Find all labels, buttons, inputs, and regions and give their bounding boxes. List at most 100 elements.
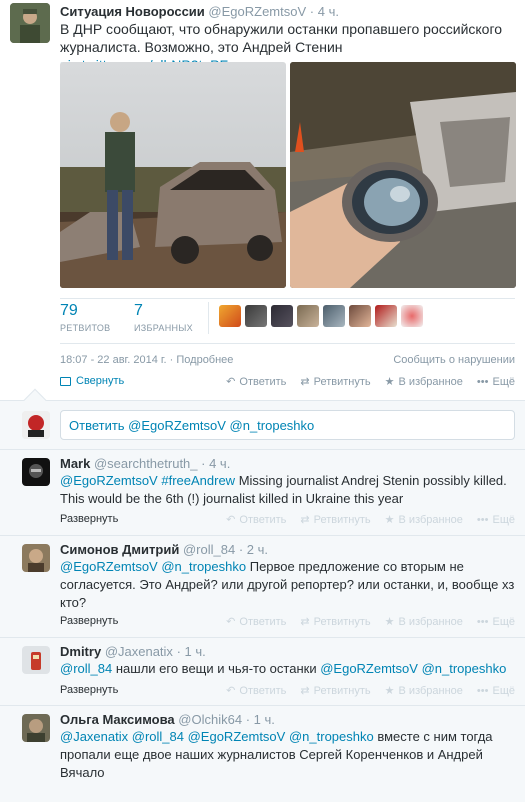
fav-avatar-2[interactable]	[245, 305, 267, 327]
reply-author-name[interactable]: Dmitry	[60, 644, 101, 659]
collapse-button[interactable]: Свернуть	[60, 375, 124, 387]
reply-avatar[interactable]	[22, 458, 50, 486]
report-link[interactable]: Сообщить о нарушении	[393, 354, 515, 366]
reply-author-name[interactable]: Mark	[60, 456, 90, 471]
favorite-label: В избранное	[398, 615, 463, 628]
reply-actions: ↶ Ответить ⇄ Ретвитнуть ★ В избранное ••• Ещ…	[212, 513, 515, 527]
favorite-label: В избранное	[398, 513, 463, 526]
fav-avatar-7[interactable]	[375, 305, 397, 327]
reply-avatar[interactable]	[22, 544, 50, 572]
favorite-button[interactable]: ★ В избранное	[385, 684, 463, 698]
retweet-label: Ретвитнуть	[313, 513, 371, 526]
reply-author-handle[interactable]: @roll_84	[183, 542, 235, 557]
favorite-button[interactable]: ★ В избранное	[385, 375, 463, 389]
favorite-label: В избранное	[398, 375, 463, 388]
reply-author-handle[interactable]: @searchthetruth_	[94, 456, 198, 471]
details-link[interactable]: · Подробнее	[170, 354, 234, 366]
more-button[interactable]: ••• Ещё	[477, 684, 515, 697]
retweets-label: РЕТВИТОВ	[60, 323, 111, 333]
reply-author-handle[interactable]: @Olchik64	[178, 712, 242, 727]
reply-label: Ответить	[239, 513, 287, 526]
reply-icon: ↶	[226, 514, 236, 526]
favorite-label: В избранное	[398, 684, 463, 697]
reply-author-name[interactable]: Ольга Максимова	[60, 712, 175, 727]
fav-avatar-3[interactable]	[271, 305, 293, 327]
mention-link[interactable]: @EgoRZemtsoV	[188, 729, 286, 744]
expand-link[interactable]: Развернуть	[60, 513, 118, 525]
tweet-timestamp: 18:07 - 22 авг. 2014 г.	[60, 354, 167, 366]
collapse-label: Свернуть	[76, 375, 125, 387]
reply-button[interactable]: ↶ Ответить	[226, 513, 287, 527]
more-button[interactable]: ••• Ещё	[477, 513, 515, 526]
retweets-count: 79	[60, 302, 78, 319]
mention-link[interactable]: @EgoRZemtsoV	[60, 473, 158, 488]
retweet-icon: ⇄	[300, 514, 310, 526]
reply-input[interactable]: Ответить @EgoRZemtsoV @n_tropeshko	[60, 410, 515, 440]
more-icon: •••	[476, 513, 489, 526]
reply-text: @Jaxenatix @roll_84 @EgoRZemtsoV @n_trop…	[60, 728, 515, 782]
reply-item: Ольга Максимова @Olchik64 · 1 ч. @Jaxena…	[0, 705, 525, 802]
more-button[interactable]: ••• Ещё	[477, 375, 515, 388]
fav-avatar-4[interactable]	[297, 305, 319, 327]
favorite-button[interactable]: ★ В избранное	[384, 513, 463, 527]
fav-avatar-1[interactable]	[219, 305, 241, 327]
tweet-time[interactable]: · 4 ч.	[310, 4, 339, 19]
reply-item: Dmitry @Jaxenatix · 1 ч. @roll_84 нашли …	[0, 637, 525, 705]
retweet-icon: ⇄	[300, 616, 310, 628]
reply-button[interactable]: ↶ Ответить	[226, 375, 286, 389]
fav-avatar-5[interactable]	[323, 305, 345, 327]
favorite-avatars	[219, 305, 423, 327]
more-icon: •••	[476, 615, 489, 628]
retweet-button[interactable]: ⇄ Ретвитнуть	[300, 684, 371, 698]
reply-box: Ответить @EgoRZemtsoV @n_tropeshko	[0, 400, 525, 449]
mention-link[interactable]: @EgoRZemtsoV	[60, 559, 158, 574]
reply-time[interactable]: · 1 ч.	[177, 644, 206, 659]
star-icon: ★	[384, 514, 395, 526]
stats-divider	[208, 302, 209, 334]
fav-avatar-8[interactable]	[401, 305, 423, 327]
favorite-button[interactable]: ★ В избранное	[385, 615, 463, 629]
retweet-icon: ⇄	[300, 685, 310, 697]
mention-link[interactable]: @n_tropeshko	[289, 729, 374, 744]
reply-text-body: нашли его вещи и чья-то останки	[115, 661, 317, 676]
reply-text: @roll_84 нашли его вещи и чья-то останки…	[60, 660, 515, 678]
more-label: Ещё	[492, 513, 515, 526]
tweet-meta: 18:07 - 22 авг. 2014 г. · Подробнее	[60, 354, 233, 366]
favorites-stat[interactable]: 7 ИЗБРАННЫХ	[134, 302, 193, 333]
tweet-photo-1[interactable]	[60, 62, 286, 288]
retweet-button[interactable]: ⇄ Ретвитнуть	[300, 513, 371, 527]
more-label: Ещё	[492, 684, 515, 697]
mention-link[interactable]: @roll_84	[132, 729, 184, 744]
main-tweet-actions: ↶ Ответить ⇄ Ретвитнуть ★ В избранное ••• Ещ…	[212, 375, 515, 389]
tweet-text-body: В ДНР сообщают, что обнаружили останки п…	[60, 21, 503, 55]
reply-author-name[interactable]: Симонов Дмитрий	[60, 542, 179, 557]
expand-link[interactable]: Развернуть	[60, 684, 118, 696]
reply-time[interactable]: · 1 ч.	[246, 712, 275, 727]
mention-link[interactable]: @n_tropeshko	[161, 559, 246, 574]
retweet-label: Ретвитнуть	[313, 684, 371, 697]
mention-link[interactable]: @EgoRZemtsoV	[320, 661, 418, 676]
reply-avatar[interactable]	[22, 646, 50, 674]
mention-link[interactable]: @n_tropeshko	[422, 661, 507, 676]
reply-time[interactable]: · 2 ч.	[239, 542, 268, 557]
favorites-count: 7	[134, 302, 143, 319]
retweets-stat[interactable]: 79 РЕТВИТОВ	[60, 302, 110, 333]
reply-time[interactable]: · 4 ч.	[201, 456, 230, 471]
mention-link[interactable]: @Jaxenatix	[60, 729, 128, 744]
reply-button[interactable]: ↶ Ответить	[226, 615, 286, 629]
reply-author-handle[interactable]: @Jaxenatix	[105, 644, 173, 659]
reply-avatar[interactable]	[22, 714, 50, 742]
retweet-button[interactable]: ⇄ Ретвитнуть	[300, 375, 370, 389]
mention-link[interactable]: @roll_84	[60, 661, 112, 676]
expand-link[interactable]: Развернуть	[60, 615, 118, 627]
reply-button[interactable]: ↶ Ответить	[226, 684, 286, 698]
hashtag-link[interactable]: #freeAndrew	[161, 473, 235, 488]
author-handle[interactable]: @EgoRZemtsoV	[208, 4, 306, 19]
more-button[interactable]: ••• Ещё	[477, 615, 515, 628]
fav-avatar-6[interactable]	[349, 305, 371, 327]
retweet-button[interactable]: ⇄ Ретвитнуть	[300, 615, 370, 629]
author-name[interactable]: Ситуация Новороссии	[60, 4, 205, 19]
tweet-photo-2[interactable]	[290, 62, 516, 288]
author-avatar[interactable]	[10, 3, 50, 43]
current-user-avatar	[22, 411, 50, 439]
